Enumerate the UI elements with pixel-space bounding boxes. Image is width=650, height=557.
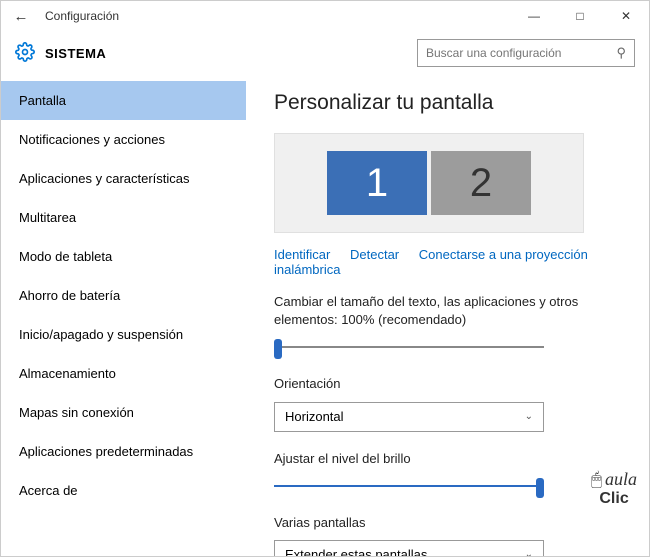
sidebar-item-label: Ahorro de batería bbox=[19, 288, 120, 303]
sidebar-item-label: Multitarea bbox=[19, 210, 76, 225]
header: SISTEMA ⚲ bbox=[1, 31, 649, 81]
orientation-value: Horizontal bbox=[285, 409, 344, 424]
sidebar-item-multitarea[interactable]: Multitarea bbox=[1, 198, 246, 237]
watermark: 🖱 aula Clic bbox=[591, 469, 637, 508]
window-title: Configuración bbox=[45, 9, 119, 23]
category-title: SISTEMA bbox=[45, 46, 106, 61]
sidebar-item-label: Mapas sin conexión bbox=[19, 405, 134, 420]
scale-slider[interactable] bbox=[274, 337, 544, 357]
scale-label: Cambiar el tamaño del texto, las aplicac… bbox=[274, 293, 621, 329]
identify-link[interactable]: Identificar bbox=[274, 247, 330, 262]
sidebar-item-tableta[interactable]: Modo de tableta bbox=[1, 237, 246, 276]
sidebar-item-label: Modo de tableta bbox=[19, 249, 112, 264]
sidebar-item-almacenamiento[interactable]: Almacenamiento bbox=[1, 354, 246, 393]
sidebar-item-bateria[interactable]: Ahorro de batería bbox=[1, 276, 246, 315]
close-button[interactable]: ✕ bbox=[603, 1, 649, 31]
detect-link[interactable]: Detectar bbox=[350, 247, 399, 262]
sidebar-item-notificaciones[interactable]: Notificaciones y acciones bbox=[1, 120, 246, 159]
slider-thumb[interactable] bbox=[536, 478, 544, 498]
mouse-icon: 🖱 bbox=[591, 469, 602, 489]
multidisplay-select[interactable]: Extender estas pantallas ⌄ bbox=[274, 540, 544, 556]
sidebar-item-predeterminadas[interactable]: Aplicaciones predeterminadas bbox=[1, 432, 246, 471]
sidebar-item-label: Pantalla bbox=[19, 93, 66, 108]
display-preview[interactable]: 1 2 bbox=[274, 133, 584, 233]
sidebar-item-label: Almacenamiento bbox=[19, 366, 116, 381]
minimize-button[interactable]: — bbox=[511, 1, 557, 31]
search-icon: ⚲ bbox=[616, 45, 626, 61]
sidebar-item-label: Acerca de bbox=[19, 483, 78, 498]
chevron-down-icon: ⌄ bbox=[525, 411, 533, 422]
gear-icon bbox=[15, 42, 35, 65]
sidebar-item-label: Inicio/apagado y suspensión bbox=[19, 327, 183, 342]
chevron-down-icon: ⌄ bbox=[525, 549, 533, 556]
maximize-button[interactable]: □ bbox=[557, 1, 603, 31]
display-links: Identificar Detectar Conectarse a una pr… bbox=[274, 247, 621, 277]
back-button[interactable]: ← bbox=[9, 8, 33, 25]
sidebar-item-inicio[interactable]: Inicio/apagado y suspensión bbox=[1, 315, 246, 354]
search-box[interactable]: ⚲ bbox=[417, 39, 635, 67]
multidisplay-value: Extender estas pantallas bbox=[285, 547, 427, 556]
slider-thumb[interactable] bbox=[274, 339, 282, 359]
sidebar-item-label: Aplicaciones predeterminadas bbox=[19, 444, 193, 459]
sidebar-item-mapas[interactable]: Mapas sin conexión bbox=[1, 393, 246, 432]
orientation-select[interactable]: Horizontal ⌄ bbox=[274, 402, 544, 432]
sidebar-item-label: Aplicaciones y características bbox=[19, 171, 190, 186]
multidisplay-label: Varias pantallas bbox=[274, 514, 621, 532]
search-input[interactable] bbox=[426, 46, 616, 60]
titlebar: ← Configuración — □ ✕ bbox=[1, 1, 649, 31]
page-title: Personalizar tu pantalla bbox=[274, 91, 621, 115]
orientation-label: Orientación bbox=[274, 375, 621, 393]
monitor-1[interactable]: 1 bbox=[327, 151, 427, 215]
brightness-slider[interactable] bbox=[274, 476, 544, 496]
brightness-label: Ajustar el nivel del brillo bbox=[274, 450, 621, 468]
main-panel: Personalizar tu pantalla 1 2 Identificar… bbox=[246, 81, 649, 556]
sidebar-item-acerca[interactable]: Acerca de bbox=[1, 471, 246, 510]
monitor-2[interactable]: 2 bbox=[431, 151, 531, 215]
sidebar-item-aplicaciones[interactable]: Aplicaciones y características bbox=[1, 159, 246, 198]
sidebar-item-pantalla[interactable]: Pantalla bbox=[1, 81, 246, 120]
sidebar-item-label: Notificaciones y acciones bbox=[19, 132, 165, 147]
sidebar: Pantalla Notificaciones y acciones Aplic… bbox=[1, 81, 246, 556]
